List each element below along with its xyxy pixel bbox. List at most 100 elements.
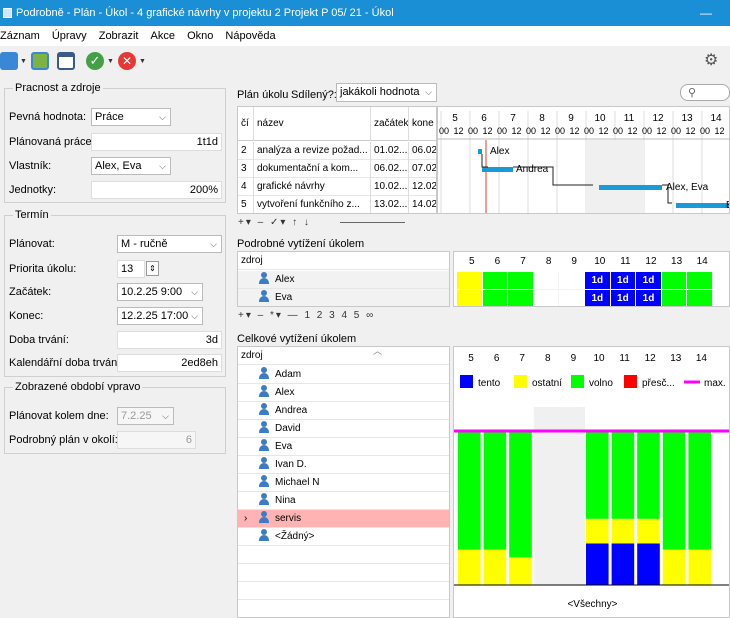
plan-toolbar-divider	[340, 222, 405, 223]
detail-plan-input[interactable]: 6	[117, 431, 196, 449]
plan-mode-select[interactable]: M - ručně ⌵	[117, 235, 222, 253]
menu-okno[interactable]: Okno	[187, 26, 213, 46]
load-bar-volno	[611, 431, 635, 519]
detail-col-resource[interactable]: zdroj	[238, 252, 449, 270]
total-row[interactable]: Adam	[238, 366, 449, 384]
detail-load-cell[interactable]	[559, 290, 584, 306]
plan-around-select[interactable]: 7.2.25 ⌵	[117, 407, 174, 425]
settings-gear-icon[interactable]: ⚙	[704, 52, 722, 70]
planned-work-input[interactable]: 1t1d	[91, 133, 222, 151]
start-date-select[interactable]: 10.2.25 9:00 ⌵	[117, 283, 203, 301]
detail-load-cell[interactable]	[687, 272, 712, 289]
detail-load-cell[interactable]	[533, 272, 559, 289]
minimize-button[interactable]: —	[700, 0, 712, 26]
menu-napoveda[interactable]: Nápověda	[225, 26, 275, 46]
load-bar-volno	[586, 431, 609, 519]
chevron-down-icon[interactable]: ▼	[20, 58, 27, 65]
gantt-bar[interactable]	[482, 167, 513, 172]
detail-load-cell[interactable]	[661, 272, 687, 289]
search-field[interactable]: ⚲	[680, 84, 730, 101]
new-record-icon[interactable]	[0, 52, 18, 70]
plan-cell-end: 14.02	[409, 196, 436, 213]
gantt-bar[interactable]	[478, 149, 482, 154]
gantt-hour-label: 00	[642, 126, 652, 136]
detail-load-cell[interactable]	[457, 290, 482, 306]
plan-row[interactable]: 4 grafické návrhy 10.02.... 12.02	[238, 178, 436, 196]
detail-load-cell[interactable]	[482, 272, 508, 289]
detail-row-eva[interactable]: Eva	[238, 289, 449, 306]
col-end-header[interactable]: kone	[409, 107, 436, 141]
menu-zobrazit[interactable]: Zobrazit	[99, 26, 139, 46]
menu-zaznam[interactable]: Záznam	[0, 26, 40, 46]
left-pane: Pracnost a zdroje Pevná hodnota: Práce ⌵ …	[0, 78, 230, 618]
menu-akce[interactable]: Akce	[151, 26, 175, 46]
total-row[interactable]: David	[238, 420, 449, 438]
plan-row[interactable]: 5 vytvoření funkčního z... 13.02.... 14.02	[238, 196, 436, 213]
priority-input[interactable]: 13	[117, 260, 145, 278]
owner-select[interactable]: Alex, Eva ⌵	[91, 157, 171, 175]
total-row[interactable]: Eva	[238, 438, 449, 456]
gantt-bar[interactable]	[676, 203, 730, 208]
total-row-label: Andrea	[275, 405, 308, 416]
total-row-label: Nina	[275, 495, 296, 506]
detail-day-label: 13	[671, 256, 683, 267]
total-day-label: 11	[619, 353, 630, 364]
detail-load-cell[interactable]	[508, 272, 533, 289]
detail-day-label: 9	[571, 256, 577, 267]
detail-load-cell[interactable]	[482, 290, 508, 306]
total-footer: <Všechny>	[567, 599, 618, 610]
chevron-down-icon: ⌵	[191, 311, 198, 321]
total-row[interactable]: Andrea	[238, 402, 449, 420]
legend-label: volno	[589, 378, 613, 389]
detail-load-cell[interactable]: 1d	[636, 272, 661, 289]
total-day-label: 6	[494, 353, 500, 364]
detail-day-label: 10	[594, 256, 606, 267]
detail-load-cell[interactable]: 1d	[585, 272, 610, 289]
detail-row-alex[interactable]: Alex	[238, 271, 449, 289]
total-row[interactable]: Ivan D.	[238, 456, 449, 474]
detail-day-label: 8	[545, 256, 552, 267]
detail-load-cell[interactable]	[533, 290, 559, 306]
plan-row[interactable]: 3 dokumentační a kom... 06.02.... 07.02	[238, 160, 436, 178]
load-bar-volno	[509, 431, 532, 558]
detail-load-cell[interactable]	[687, 290, 712, 306]
chevron-down-icon[interactable]: ▼	[139, 58, 146, 65]
total-row[interactable]: <Žádný>	[238, 528, 449, 546]
col-no-header[interactable]: čí	[238, 107, 254, 141]
checkmark-icon[interactable]: ✓	[86, 52, 104, 70]
copy-record-icon[interactable]	[31, 52, 49, 70]
total-row[interactable]: Alex	[238, 384, 449, 402]
detail-load-cell[interactable]: 1d	[610, 290, 636, 306]
detail-load-cell[interactable]	[559, 272, 584, 289]
calendar-icon[interactable]	[57, 52, 75, 70]
detail-load-cell[interactable]: 1d	[585, 290, 610, 306]
plan-table-toolbar[interactable]: +▾ – ✓▾ ↑ ↓	[238, 217, 311, 228]
total-row[interactable]: Michael N	[238, 474, 449, 492]
total-row[interactable]: › servis	[238, 510, 449, 528]
detail-load-cell[interactable]: 1d	[636, 290, 661, 306]
duration-input[interactable]: 3d	[117, 331, 222, 349]
detail-load-cell[interactable]	[661, 290, 687, 306]
shared-select[interactable]: jakákoli hodnota ⌵	[336, 83, 437, 102]
detail-load-cell[interactable]: 1d	[610, 272, 636, 289]
end-date-select[interactable]: 12.2.25 17:00 ⌵	[117, 307, 203, 325]
calendar-duration-label: Kalendářní doba trvání:	[9, 357, 124, 369]
col-name-header[interactable]: název	[254, 107, 371, 141]
chevron-down-icon[interactable]: ▼	[107, 58, 114, 65]
cancel-icon[interactable]: ✕	[118, 52, 136, 70]
gantt-bar[interactable]	[599, 185, 662, 190]
priority-spinner[interactable]: ⇕	[146, 261, 159, 276]
calendar-duration-input[interactable]: 2ed8eh	[117, 354, 222, 372]
units-input[interactable]: 200%	[91, 181, 222, 199]
plan-row[interactable]: 2 analýza a revize požad... 01.02.... 06.02	[238, 142, 436, 160]
detail-load-cell[interactable]	[457, 272, 482, 289]
total-row[interactable]: Nina	[238, 492, 449, 510]
fixed-value-select[interactable]: Práce ⌵	[91, 108, 171, 126]
legend-swatch	[514, 375, 527, 388]
detail-table-toolbar[interactable]: +▾ – *▾ — 1 2 3 4 5 ∞	[238, 310, 375, 321]
plan-cell-name: dokumentační a kom...	[254, 160, 371, 178]
total-col-resource[interactable]: zdroj	[238, 347, 449, 365]
col-start-header[interactable]: začátek	[371, 107, 409, 141]
detail-load-cell[interactable]	[508, 290, 533, 306]
menu-upravy[interactable]: Úpravy	[52, 26, 87, 46]
